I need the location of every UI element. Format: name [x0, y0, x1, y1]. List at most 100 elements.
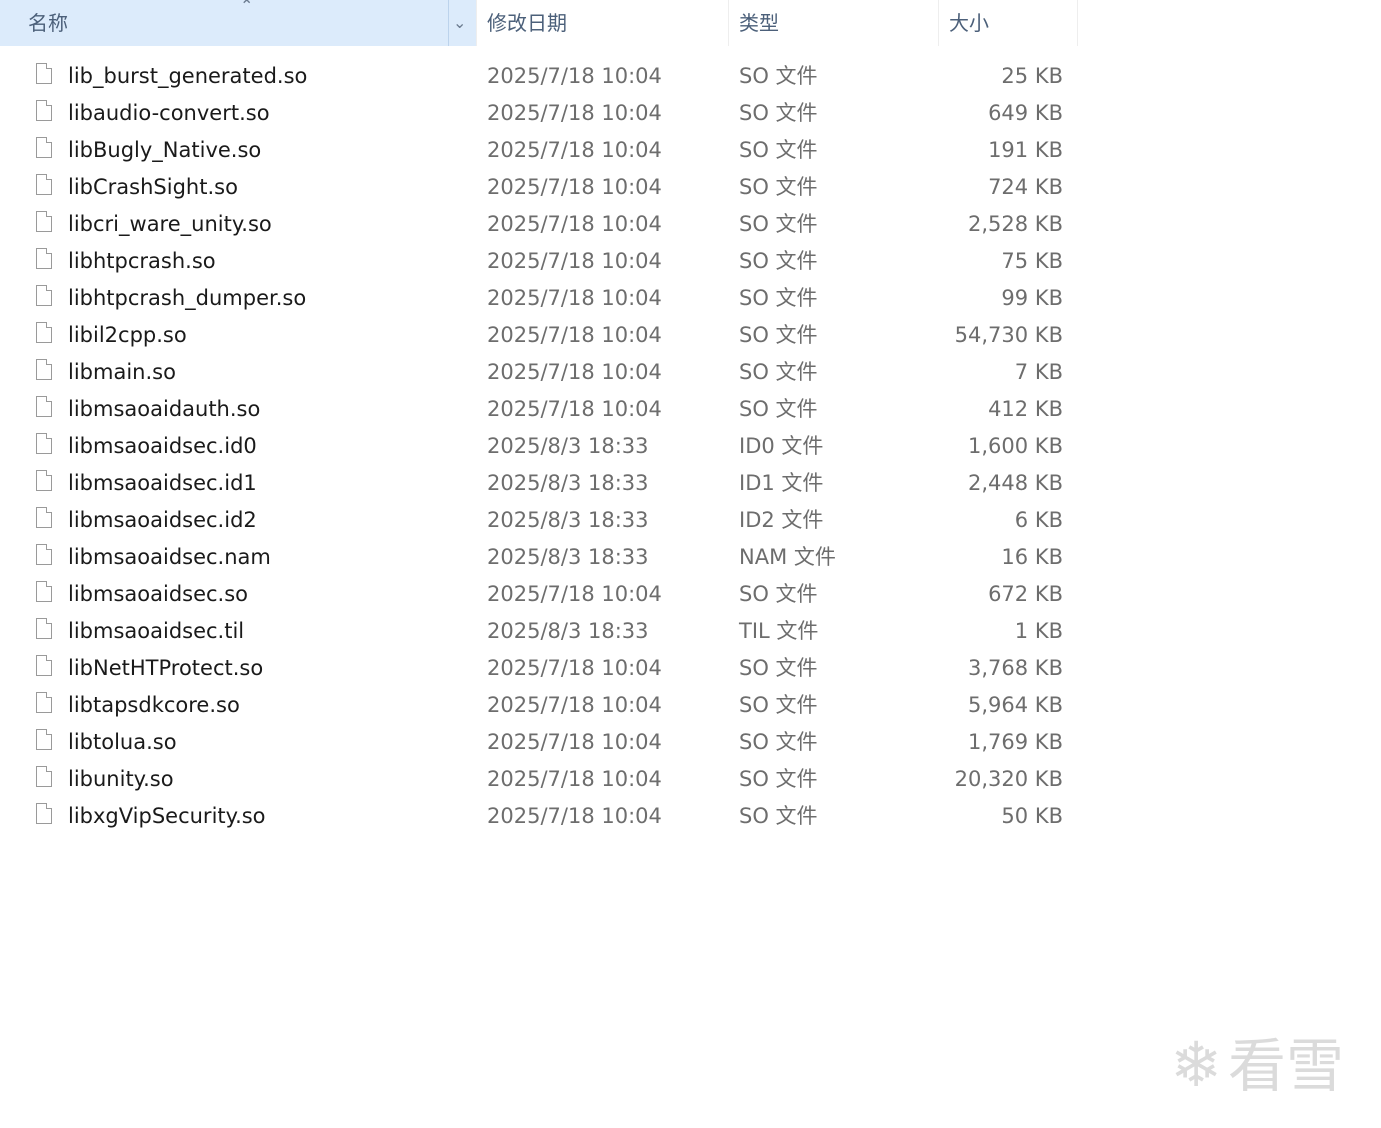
- file-icon: [36, 581, 52, 602]
- file-size: 2,528 KB: [968, 212, 1063, 236]
- file-row[interactable]: libmsaoaidauth.so 2025/7/18 10:04 SO 文件 412…: [0, 391, 1078, 428]
- file-icon: [36, 655, 52, 676]
- file-icon: [36, 396, 52, 417]
- file-type: SO 文件: [739, 323, 818, 347]
- file-name: libmsaoaidsec.til: [68, 619, 245, 643]
- file-type: NAM 文件: [739, 545, 836, 569]
- file-size: 54,730 KB: [954, 323, 1063, 347]
- file-icon: [36, 803, 52, 824]
- snowflake-icon: ❄: [1170, 1028, 1222, 1101]
- file-size: 20,320 KB: [954, 767, 1063, 791]
- file-row[interactable]: libmsaoaidsec.id0 2025/8/3 18:33 ID0 文件 1,6…: [0, 428, 1078, 465]
- file-name: libmsaoaidsec.id1: [68, 471, 257, 495]
- file-type: SO 文件: [739, 64, 818, 88]
- file-size: 1,600 KB: [968, 434, 1063, 458]
- file-modified-date: 2025/7/18 10:04: [487, 323, 662, 347]
- file-icon: [36, 470, 52, 491]
- file-modified-date: 2025/7/18 10:04: [487, 286, 662, 310]
- file-icon: [36, 137, 52, 158]
- file-type: SO 文件: [739, 693, 818, 717]
- file-row[interactable]: libmsaoaidsec.id1 2025/8/3 18:33 ID1 文件 2,4…: [0, 465, 1078, 502]
- column-header-name[interactable]: 名称 ⌃ ⌄: [0, 0, 476, 46]
- file-row[interactable]: libmsaoaidsec.so 2025/7/18 10:04 SO 文件 672 …: [0, 576, 1078, 613]
- file-modified-date: 2025/7/18 10:04: [487, 397, 662, 421]
- file-type: SO 文件: [739, 101, 818, 125]
- file-icon: [36, 174, 52, 195]
- file-icon: [36, 433, 52, 454]
- file-modified-date: 2025/7/18 10:04: [487, 693, 662, 717]
- file-size: 75 KB: [1001, 249, 1063, 273]
- file-icon: [36, 766, 52, 787]
- file-modified-date: 2025/8/3 18:33: [487, 471, 649, 495]
- file-row[interactable]: libmsaoaidsec.til 2025/8/3 18:33 TIL 文件 1 K…: [0, 613, 1078, 650]
- column-header-size-label: 大小: [949, 11, 989, 35]
- column-header-type-label: 类型: [739, 11, 779, 35]
- file-size: 191 KB: [988, 138, 1063, 162]
- file-icon: [36, 729, 52, 750]
- file-size: 7 KB: [1014, 360, 1063, 384]
- file-modified-date: 2025/8/3 18:33: [487, 508, 649, 532]
- file-modified-date: 2025/7/18 10:04: [487, 249, 662, 273]
- column-header-date[interactable]: 修改日期: [476, 0, 728, 46]
- file-name: libmain.so: [68, 360, 176, 384]
- file-type: SO 文件: [739, 360, 818, 384]
- file-row[interactable]: libmsaoaidsec.id2 2025/8/3 18:33 ID2 文件 6 K…: [0, 502, 1078, 539]
- file-size: 16 KB: [1001, 545, 1063, 569]
- file-row[interactable]: libNetHTProtect.so 2025/7/18 10:04 SO 文件 3,…: [0, 650, 1078, 687]
- file-modified-date: 2025/8/3 18:33: [487, 545, 649, 569]
- file-type: SO 文件: [739, 212, 818, 236]
- file-modified-date: 2025/7/18 10:04: [487, 360, 662, 384]
- file-name: libmsaoaidsec.id2: [68, 508, 257, 532]
- column-header-type[interactable]: 类型: [728, 0, 938, 46]
- file-row[interactable]: libil2cpp.so 2025/7/18 10:04 SO 文件 54,730 K…: [0, 317, 1078, 354]
- file-name: libil2cpp.so: [68, 323, 187, 347]
- file-name: libmsaoaidsec.so: [68, 582, 249, 606]
- chevron-down-icon[interactable]: ⌄: [453, 0, 466, 46]
- file-row[interactable]: libxgVipSecurity.so 2025/7/18 10:04 SO 文件 5…: [0, 798, 1078, 835]
- file-type: SO 文件: [739, 656, 818, 680]
- file-type: SO 文件: [739, 138, 818, 162]
- file-row[interactable]: libmain.so 2025/7/18 10:04 SO 文件 7 KB: [0, 354, 1078, 391]
- file-modified-date: 2025/7/18 10:04: [487, 656, 662, 680]
- file-row[interactable]: libBugly_Native.so 2025/7/18 10:04 SO 文件 19…: [0, 132, 1078, 169]
- file-size: 5,964 KB: [968, 693, 1063, 717]
- file-type: SO 文件: [739, 397, 818, 421]
- file-size: 649 KB: [988, 101, 1063, 125]
- file-size: 6 KB: [1014, 508, 1063, 532]
- file-row[interactable]: libtolua.so 2025/7/18 10:04 SO 文件 1,769 KB: [0, 724, 1078, 761]
- file-name: libunity.so: [68, 767, 174, 791]
- file-row[interactable]: lib_burst_generated.so 2025/7/18 10:04 SO …: [0, 58, 1078, 95]
- file-name: lib_burst_generated.so: [68, 64, 308, 88]
- file-name: libmsaoaidsec.nam: [68, 545, 271, 569]
- file-name: libmsaoaidauth.so: [68, 397, 261, 421]
- column-header-size[interactable]: 大小: [938, 0, 1078, 46]
- file-row[interactable]: libaudio-convert.so 2025/7/18 10:04 SO 文件 6…: [0, 95, 1078, 132]
- file-name: libmsaoaidsec.id0: [68, 434, 257, 458]
- file-size: 99 KB: [1001, 286, 1063, 310]
- file-type: ID0 文件: [739, 434, 824, 458]
- header-split-divider: [448, 0, 449, 46]
- file-icon: [36, 211, 52, 232]
- file-row[interactable]: libhtpcrash.so 2025/7/18 10:04 SO 文件 75 KB: [0, 243, 1078, 280]
- file-icon: [36, 100, 52, 121]
- file-size: 1 KB: [1014, 619, 1063, 643]
- column-header-date-label: 修改日期: [487, 11, 567, 35]
- file-size: 724 KB: [988, 175, 1063, 199]
- file-name: libtapsdkcore.so: [68, 693, 240, 717]
- file-icon: [36, 63, 52, 84]
- file-type: ID1 文件: [739, 471, 824, 495]
- file-modified-date: 2025/7/18 10:04: [487, 767, 662, 791]
- file-row[interactable]: libhtpcrash_dumper.so 2025/7/18 10:04 SO 文…: [0, 280, 1078, 317]
- file-icon: [36, 322, 52, 343]
- file-type: SO 文件: [739, 730, 818, 754]
- watermark-text: 看雪: [1227, 1032, 1344, 1100]
- file-row[interactable]: libunity.so 2025/7/18 10:04 SO 文件 20,320 KB: [0, 761, 1078, 798]
- file-size: 412 KB: [988, 397, 1063, 421]
- file-row[interactable]: libmsaoaidsec.nam 2025/8/3 18:33 NAM 文件 16 …: [0, 539, 1078, 576]
- file-row[interactable]: libCrashSight.so 2025/7/18 10:04 SO 文件 724 …: [0, 169, 1078, 206]
- file-row[interactable]: libtapsdkcore.so 2025/7/18 10:04 SO 文件 5,96…: [0, 687, 1078, 724]
- file-type: SO 文件: [739, 767, 818, 791]
- file-name: libaudio-convert.so: [68, 101, 270, 125]
- file-row[interactable]: libcri_ware_unity.so 2025/7/18 10:04 SO 文件…: [0, 206, 1078, 243]
- file-type: SO 文件: [739, 286, 818, 310]
